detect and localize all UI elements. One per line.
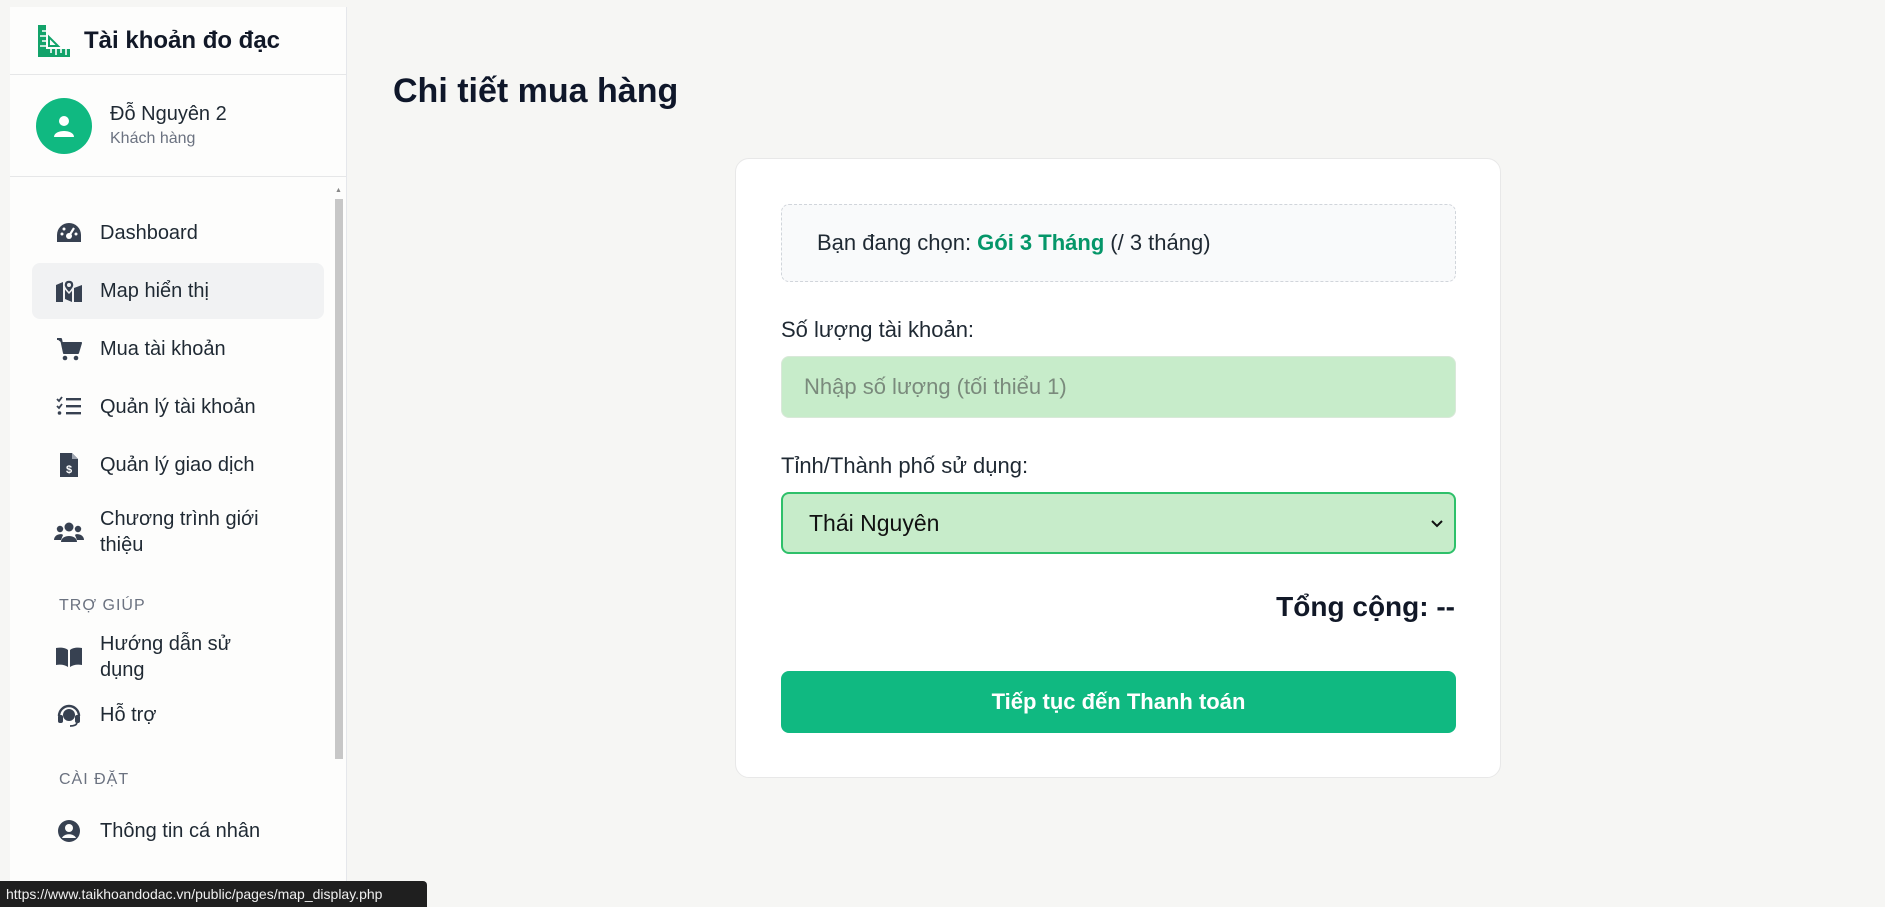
- headset-icon: [54, 700, 84, 730]
- sidebar-item-buy[interactable]: Mua tài khoản: [32, 321, 324, 377]
- cart-icon: [54, 334, 84, 364]
- section-help-heading: TRỢ GIÚP: [59, 597, 146, 614]
- user-name: Đỗ Nguyên 2: [110, 103, 227, 125]
- gauge-icon: [54, 218, 84, 248]
- selected-package-banner: Bạn đang chọn: Gói 3 Tháng (/ 3 tháng): [781, 204, 1456, 282]
- scrollbar-thumb[interactable]: [335, 199, 343, 759]
- user-profile[interactable]: Đỗ Nguyên 2 Khách hàng: [10, 75, 346, 177]
- province-select[interactable]: Thái Nguyên: [781, 492, 1456, 554]
- quantity-input[interactable]: [781, 356, 1456, 418]
- invoice-dollar-icon: $: [54, 450, 84, 480]
- map-pin-icon: [54, 276, 84, 306]
- list-check-icon: [54, 392, 84, 422]
- selected-package-name: Gói 3 Tháng: [977, 230, 1105, 255]
- sidebar-item-label: Mua tài khoản: [100, 338, 226, 360]
- avatar: [36, 97, 92, 154]
- quantity-label: Số lượng tài khoản:: [781, 317, 975, 342]
- chevron-down-icon: [1431, 520, 1443, 528]
- sidebar-item-label: Thông tin cá nhân: [100, 820, 261, 842]
- sidebar-item-label: Hỗ trợ: [100, 704, 157, 726]
- users-icon: [54, 517, 84, 547]
- sidebar-item-accounts[interactable]: Quản lý tài khoản: [32, 379, 324, 435]
- sidebar-item-label: Map hiển thị: [100, 280, 209, 302]
- sidebar-item-dashboard[interactable]: Dashboard: [32, 205, 324, 261]
- sidebar-nav: Dashboard Map hiển thị Mua tài khoản Quả…: [10, 177, 346, 859]
- sidebar-item-label: Chương trình giới thiệu: [100, 508, 259, 556]
- section-settings-heading: CÀI ĐẶT: [59, 771, 130, 788]
- selected-package-prefix: Bạn đang chọn:: [817, 230, 972, 255]
- sidebar: Tài khoản đo đạc Đỗ Nguyên 2 Khách hàng …: [10, 7, 347, 907]
- scroll-up-arrow[interactable]: ▲: [335, 187, 342, 194]
- sidebar-item-referral[interactable]: Chương trình giới thiệu: [32, 495, 324, 569]
- province-selected-value: Thái Nguyên: [809, 509, 940, 536]
- svg-text:$: $: [66, 464, 72, 476]
- continue-to-payment-button[interactable]: Tiếp tục đến Thanh toán: [781, 671, 1456, 733]
- ruler-icon: [38, 24, 70, 57]
- sidebar-item-label: Hướng dẫn sử dụng: [100, 633, 232, 681]
- sidebar-item-label: Dashboard: [100, 222, 198, 244]
- page-title: Chi tiết mua hàng: [393, 72, 679, 110]
- province-label: Tỉnh/Thành phố sử dụng:: [781, 453, 1029, 478]
- sidebar-item-profile[interactable]: Thông tin cá nhân: [32, 803, 324, 859]
- sidebar-item-label: Quản lý tài khoản: [100, 396, 256, 418]
- user-circle-icon: [54, 816, 84, 846]
- browser-status-url: https://www.taikhoandodac.vn/public/page…: [0, 881, 427, 907]
- sidebar-item-support[interactable]: Hỗ trợ: [32, 687, 324, 743]
- sidebar-item-map[interactable]: Map hiển thị: [32, 263, 324, 319]
- main-content: Chi tiết mua hàng Bạn đang chọn: Gói 3 T…: [348, 0, 1885, 907]
- selected-package-duration: (/ 3 tháng): [1110, 230, 1211, 255]
- purchase-card: Bạn đang chọn: Gói 3 Tháng (/ 3 tháng) S…: [735, 158, 1501, 778]
- book-icon: [54, 642, 84, 672]
- sidebar-item-guide[interactable]: Hướng dẫn sử dụng: [32, 629, 324, 685]
- sidebar-item-transactions[interactable]: $ Quản lý giao dịch: [32, 437, 324, 493]
- user-icon: [54, 115, 74, 137]
- sidebar-item-label: Quản lý giao dịch: [100, 454, 255, 476]
- sidebar-scrollbar[interactable]: ▲: [334, 187, 344, 762]
- brand-name: Tài khoản đo đạc: [84, 26, 281, 54]
- brand[interactable]: Tài khoản đo đạc: [10, 7, 346, 75]
- total-amount: Tổng cộng: --: [1276, 591, 1455, 622]
- user-role: Khách hàng: [110, 130, 196, 147]
